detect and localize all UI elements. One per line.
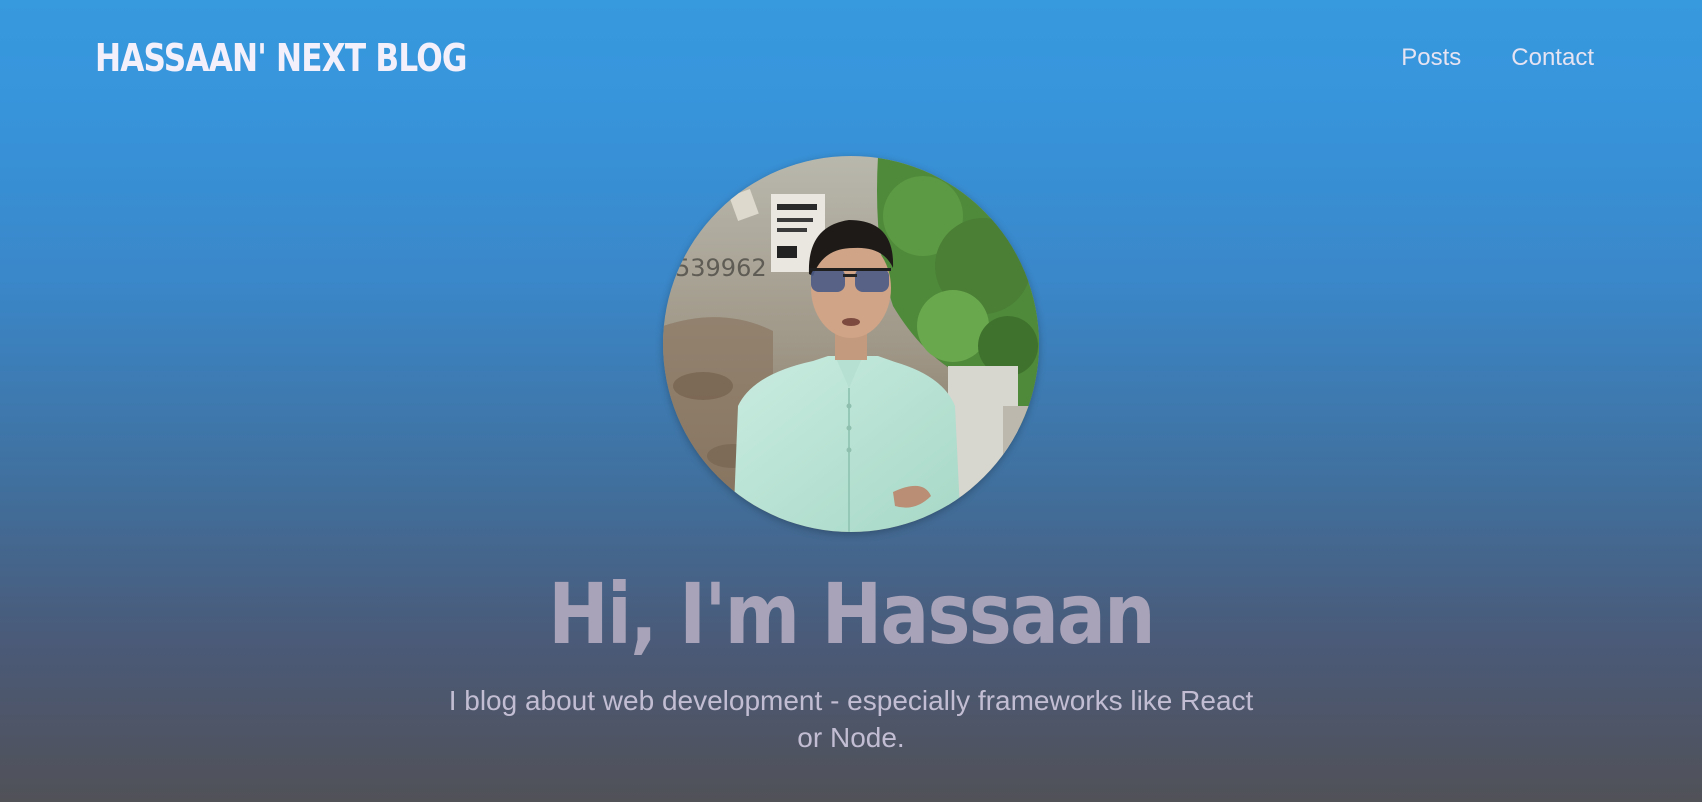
nav-link-contact[interactable]: Contact [1511,40,1594,76]
site-header: HASSAAN' NEXT BLOG Posts Contact [0,0,1702,116]
site-logo-link[interactable]: HASSAAN' NEXT BLOG [95,34,467,82]
nav-link-posts[interactable]: Posts [1401,40,1461,76]
hero-title: Hi, I'm Hassaan [548,565,1155,663]
hero-section: 539962 Hi, I'm Hassaan I blog about web … [0,156,1702,756]
profile-avatar: 539962 [663,156,1039,532]
svg-text:539962: 539962 [675,254,767,282]
profile-photo-illustration: 539962 [663,156,1039,532]
hero-description: I blog about web development - especiall… [448,685,1254,753]
main-nav: Posts Contact [1401,40,1594,76]
